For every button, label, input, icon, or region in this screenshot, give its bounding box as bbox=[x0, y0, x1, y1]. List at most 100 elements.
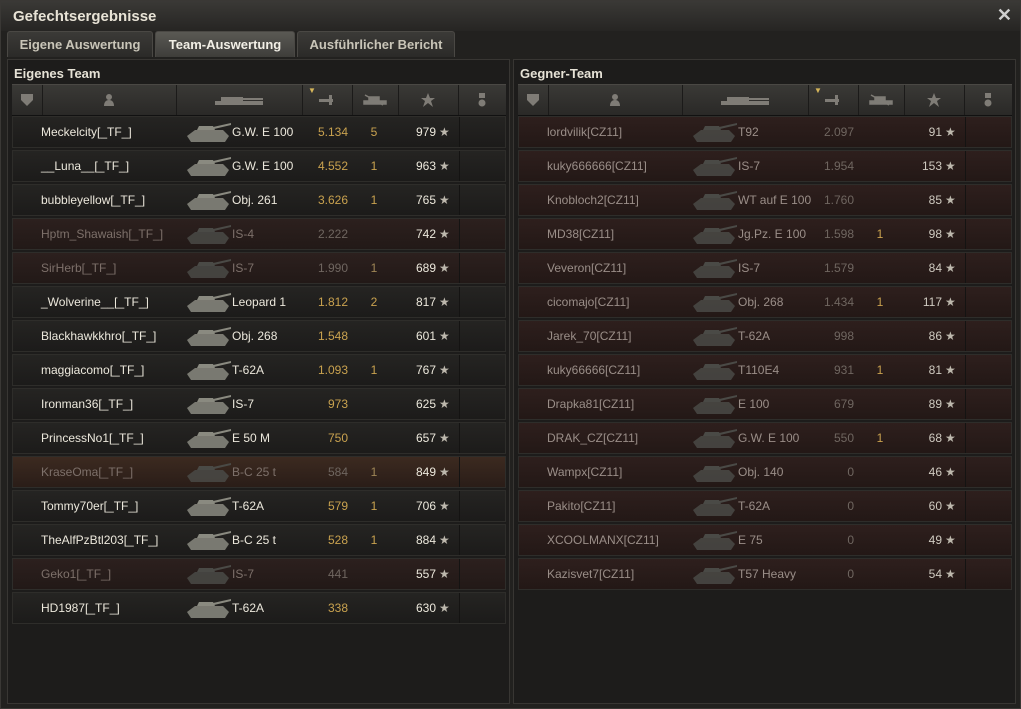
kills-value bbox=[859, 151, 901, 181]
star-icon: ★ bbox=[439, 295, 450, 309]
table-row[interactable]: KraseOma[_TF_] B-C 25 t 584 1 849 ★ bbox=[12, 456, 506, 488]
tank-icon bbox=[183, 152, 233, 180]
xp-value: 49 bbox=[928, 533, 942, 547]
kills-value: 1 bbox=[876, 295, 884, 309]
own-team-title: Eigenes Team bbox=[14, 66, 101, 81]
kills-column-header[interactable] bbox=[858, 85, 905, 115]
damage-value: 1.954 bbox=[823, 159, 854, 173]
column-divider bbox=[965, 253, 966, 283]
player-column-header[interactable] bbox=[42, 85, 177, 115]
table-row[interactable]: MD38[CZ11] Jg.Pz. E 100 1.598 1 98 ★ bbox=[518, 218, 1012, 250]
table-row[interactable]: Kazisvet7[CZ11] T57 Heavy 0 54 ★ bbox=[518, 558, 1012, 590]
table-row[interactable]: HD1987[_TF_] T-62A 338 630 ★ bbox=[12, 592, 506, 624]
vehicle-column-header[interactable] bbox=[176, 85, 303, 115]
vehicle-column-header[interactable] bbox=[682, 85, 809, 115]
enemy-team-panel: Gegner-Team ▼ lordvilik[CZ11] T92 2.097 … bbox=[513, 59, 1016, 704]
kills-column-header[interactable] bbox=[352, 85, 399, 115]
table-row[interactable]: Veveron[CZ11] IS-7 1.579 84 ★ bbox=[518, 252, 1012, 284]
tank-icon bbox=[689, 322, 739, 350]
star-icon: ★ bbox=[945, 431, 956, 445]
xp-value: 46 bbox=[928, 465, 942, 479]
damage-value: 2.097 bbox=[823, 125, 854, 139]
player-name: maggiacomo[_TF_] bbox=[41, 363, 145, 377]
column-divider bbox=[965, 151, 966, 181]
table-row[interactable]: Blackhawkkhro[_TF_] Obj. 268 1.548 601 ★ bbox=[12, 320, 506, 352]
star-icon: ★ bbox=[439, 465, 450, 479]
star-icon: ★ bbox=[945, 567, 956, 581]
table-row[interactable]: Meckelcity[_TF_] G.W. E 100 5.134 5 979 ★ bbox=[12, 116, 506, 148]
column-divider bbox=[459, 423, 460, 453]
table-row[interactable]: kuky666666[CZ11] IS-7 1.954 153 ★ bbox=[518, 150, 1012, 182]
star-icon: ★ bbox=[945, 227, 956, 241]
table-row[interactable]: cicomajo[CZ11] Obj. 268 1.434 1 117 ★ bbox=[518, 286, 1012, 318]
destroyed-tank-icon bbox=[363, 94, 387, 106]
column-divider bbox=[965, 423, 966, 453]
column-divider bbox=[965, 525, 966, 555]
vehicle-name: IS-7 bbox=[232, 567, 255, 581]
damage-value: 584 bbox=[327, 465, 348, 479]
table-row[interactable]: TheAlfPzBtl203[_TF_] B-C 25 t 528 1 884 ★ bbox=[12, 524, 506, 556]
table-row[interactable]: Drapka81[CZ11] E 100 679 89 ★ bbox=[518, 388, 1012, 420]
tank-icon bbox=[183, 288, 233, 316]
damage-value: 679 bbox=[833, 397, 854, 411]
xp-column-header[interactable] bbox=[904, 85, 965, 115]
medal-icon bbox=[984, 93, 992, 107]
table-row[interactable]: Geko1[_TF_] IS-7 441 557 ★ bbox=[12, 558, 506, 590]
sort-desc-icon: ▼ bbox=[308, 86, 316, 95]
platoon-column-header[interactable] bbox=[12, 85, 43, 115]
xp-value: 849 bbox=[415, 465, 436, 479]
vehicle-name: Obj. 261 bbox=[232, 193, 278, 207]
table-row[interactable]: Ironman36[_TF_] IS-7 973 625 ★ bbox=[12, 388, 506, 420]
column-divider bbox=[965, 185, 966, 215]
table-row[interactable]: Wampx[CZ11] Obj. 140 0 46 ★ bbox=[518, 456, 1012, 488]
platoon-icon bbox=[21, 94, 33, 106]
damage-column-header[interactable]: ▼ bbox=[302, 85, 353, 115]
tank-icon bbox=[183, 560, 233, 588]
player-name: lordvilik[CZ11] bbox=[547, 125, 623, 139]
xp-column-header[interactable] bbox=[398, 85, 459, 115]
kills-value bbox=[859, 525, 901, 555]
tab-eigene-auswertung[interactable]: Eigene Auswertung bbox=[7, 31, 153, 57]
vehicle-name: IS-7 bbox=[738, 261, 761, 275]
damage-value: 579 bbox=[327, 499, 348, 513]
table-row[interactable]: SirHerb[_TF_] IS-7 1.990 1 689 ★ bbox=[12, 252, 506, 284]
table-row[interactable]: Knobloch2[CZ11] WT auf E 100 1.760 85 ★ bbox=[518, 184, 1012, 216]
kills-value bbox=[353, 593, 395, 623]
damage-column-header[interactable]: ▼ bbox=[808, 85, 859, 115]
table-row[interactable]: maggiacomo[_TF_] T-62A 1.093 1 767 ★ bbox=[12, 354, 506, 386]
table-row[interactable]: XCOOLMANX[CZ11] E 75 0 49 ★ bbox=[518, 524, 1012, 556]
damage-value: 931 bbox=[833, 363, 854, 377]
tank-icon bbox=[689, 152, 739, 180]
star-icon: ★ bbox=[945, 363, 956, 377]
star-icon: ★ bbox=[439, 533, 450, 547]
table-row[interactable]: PrincessNo1[_TF_] E 50 M 750 657 ★ bbox=[12, 422, 506, 454]
damage-value: 0 bbox=[847, 533, 854, 547]
table-row[interactable]: kuky66666[CZ11] T110E4 931 1 81 ★ bbox=[518, 354, 1012, 386]
table-row[interactable]: Jarek_70[CZ11] T-62A 998 86 ★ bbox=[518, 320, 1012, 352]
table-row[interactable]: Hptm_Shawaish[_TF_] IS-4 2.222 742 ★ bbox=[12, 218, 506, 250]
close-icon[interactable]: ✕ bbox=[997, 5, 1012, 26]
damage-value: 1.760 bbox=[823, 193, 854, 207]
medal-column-header[interactable] bbox=[964, 85, 1012, 115]
table-row[interactable]: bubbleyellow[_TF_] Obj. 261 3.626 1 765 ★ bbox=[12, 184, 506, 216]
table-row[interactable]: DRAK_CZ[CZ11] G.W. E 100 550 1 68 ★ bbox=[518, 422, 1012, 454]
vehicle-name: B-C 25 t bbox=[232, 533, 277, 547]
platoon-icon bbox=[527, 94, 539, 106]
xp-value: 630 bbox=[415, 601, 436, 615]
player-column-header[interactable] bbox=[548, 85, 683, 115]
table-row[interactable]: Pakito[CZ11] T-62A 0 60 ★ bbox=[518, 490, 1012, 522]
vehicle-name: T-62A bbox=[232, 363, 265, 377]
vehicle-name: T-62A bbox=[738, 329, 771, 343]
tank-icon bbox=[183, 186, 233, 214]
table-row[interactable]: Tommy70er[_TF_] T-62A 579 1 706 ★ bbox=[12, 490, 506, 522]
table-row[interactable]: __Luna__[_TF_] G.W. E 100 4.552 1 963 ★ bbox=[12, 150, 506, 182]
table-row[interactable]: _Wolverine__[_TF_] Leopard 1 1.812 2 817 ★ bbox=[12, 286, 506, 318]
medal-column-header[interactable] bbox=[458, 85, 506, 115]
player-name: kuky66666[CZ11] bbox=[547, 363, 641, 377]
star-icon: ★ bbox=[439, 227, 450, 241]
tab-ausfuehrlicher-bericht[interactable]: Ausführlicher Bericht bbox=[297, 31, 455, 57]
table-row[interactable]: lordvilik[CZ11] T92 2.097 91 ★ bbox=[518, 116, 1012, 148]
tab-team-auswertung[interactable]: Team-Auswertung bbox=[155, 31, 295, 57]
platoon-column-header[interactable] bbox=[518, 85, 549, 115]
star-icon: ★ bbox=[945, 159, 956, 173]
